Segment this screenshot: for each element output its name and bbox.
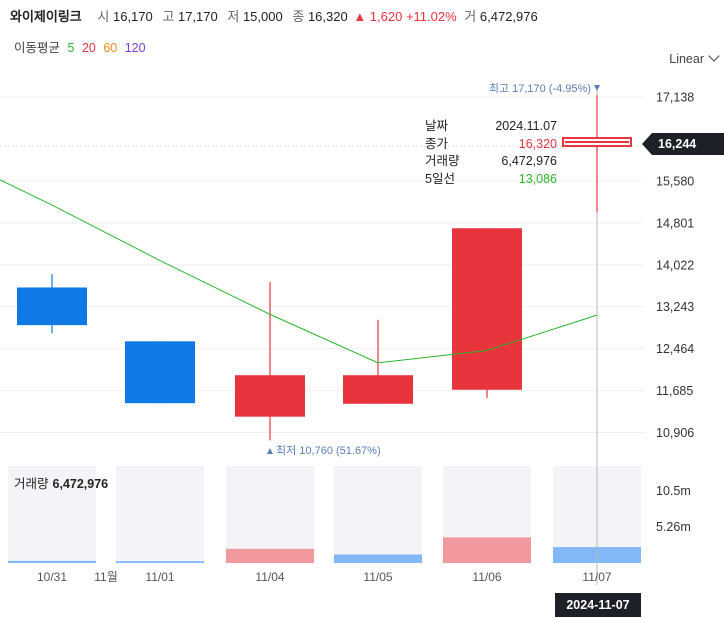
volume-tick-label: 10.5m [656, 484, 691, 498]
volume-bar [443, 537, 531, 563]
tooltip-close: 16,320 [518, 136, 557, 151]
volume-bar [8, 560, 96, 563]
x-tick-label: 11/05 [363, 570, 392, 584]
tooltip-ma5: 13,086 [518, 171, 557, 186]
x-month-label: 11월 [94, 570, 118, 584]
y-tick-label: 13,243 [656, 300, 694, 314]
volume-bar [226, 548, 314, 563]
candle-body [343, 375, 413, 404]
x-tick-label: 11/01 [145, 570, 174, 584]
tooltip-date-label: 날짜 [425, 119, 449, 133]
high-marker-icon [594, 85, 600, 91]
candle-body [17, 287, 87, 326]
y-tick-label: 14,801 [656, 216, 694, 230]
price-chart[interactable]: 최고 17,170 (-4.95%) 최저 10,760 (51.67%) 17,… [0, 0, 724, 618]
volume-column-bg [226, 466, 314, 563]
tooltip-close-label: 종가 [425, 136, 449, 151]
low-annotation: 최저 10,760 (51.67%) [276, 444, 381, 457]
crosshair-date-marker: 2024-11-07 [555, 593, 641, 617]
y-tick-label: 14,022 [656, 258, 694, 272]
y-tick-label: 10,906 [656, 426, 694, 440]
y-tick-label: 12,464 [656, 342, 694, 356]
tooltip-volume-label: 거래량 [425, 154, 460, 168]
low-marker-icon [267, 448, 273, 454]
x-tick-label: 11/04 [255, 570, 284, 584]
volume-bar [334, 554, 422, 563]
volume-panel-value: 6,472,976 [52, 477, 109, 491]
crosshair-tooltip: 날짜 2024.11.07 종가 16,320 거래량 6,472,976 5일선 13… [425, 118, 557, 188]
y-tick-label: 15,580 [656, 174, 694, 188]
candle-body [125, 341, 195, 404]
y-tick-label: 11,685 [656, 384, 693, 398]
high-annotation: 최고 17,170 (-4.95%) [489, 82, 591, 95]
current-price-marker: 16,244 [642, 133, 724, 155]
x-tick-label: 11/06 [472, 570, 501, 584]
candle-body [235, 375, 305, 417]
volume-tick-label: 5.26m [656, 520, 691, 534]
tooltip-ma5-label: 5일선 [425, 171, 455, 186]
x-tick-label: 10/31 [37, 570, 67, 584]
tooltip-date: 2024.11.07 [495, 119, 557, 133]
y-tick-label: 17,138 [656, 91, 694, 105]
volume-column-bg [334, 466, 422, 563]
volume-panel-label: 거래량 6,472,976 [14, 473, 108, 492]
volume-column-bg [116, 466, 204, 563]
x-tick-label: 11/07 [582, 570, 611, 584]
volume-bar [116, 561, 204, 563]
candle-body [452, 228, 522, 390]
tooltip-volume: 6,472,976 [501, 154, 557, 168]
volume-panel-title: 거래량 [14, 477, 49, 491]
